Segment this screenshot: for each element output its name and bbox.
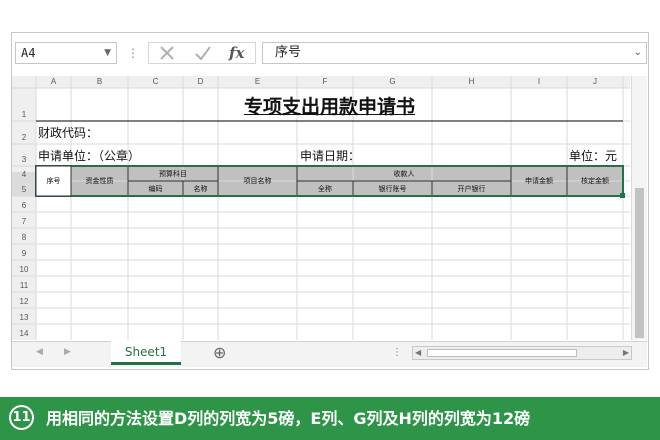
chevron-down-icon[interactable]: ⌄ bbox=[634, 43, 642, 63]
row-header-7[interactable]: 7 bbox=[12, 217, 36, 226]
horizontal-scroll-thumb[interactable] bbox=[427, 349, 577, 357]
enter-icon[interactable] bbox=[193, 43, 213, 68]
spreadsheet-grid[interactable]: A B C D E F G H I J 1 2 3 4 5 6 7 8 9 10… bbox=[12, 76, 630, 340]
unit-label[interactable]: 单位：元 bbox=[569, 147, 617, 164]
finance-code-label[interactable]: 财政代码： bbox=[38, 124, 98, 141]
name-box-value: A4 bbox=[21, 46, 36, 60]
caption-bar: 11 用相同的方法设置D列的列宽为5磅，E列、G列及H列的列宽为12磅 bbox=[0, 397, 660, 440]
row-header-11[interactable]: 11 bbox=[12, 281, 36, 290]
row-header-4[interactable]: 4 bbox=[12, 170, 36, 179]
vertical-scroll-thumb[interactable] bbox=[635, 188, 644, 338]
column-header-f[interactable]: F bbox=[297, 77, 353, 86]
scroll-right-icon[interactable]: ▶ bbox=[64, 347, 71, 357]
row-header-2[interactable]: 2 bbox=[12, 133, 36, 142]
function-icon[interactable]: fx bbox=[229, 43, 244, 63]
column-header-i[interactable]: I bbox=[511, 77, 567, 86]
caption-text: 用相同的方法设置D列的列宽为5磅，E列、G列及H列的列宽为12磅 bbox=[46, 409, 531, 428]
row-header-14[interactable]: 14 bbox=[12, 329, 36, 338]
scroll-left-icon[interactable]: ◀ bbox=[36, 347, 43, 357]
vertical-scrollbar[interactable] bbox=[631, 76, 647, 340]
scroll-right-arrow-icon[interactable]: ▶ bbox=[623, 347, 629, 359]
header-payee[interactable]: 收款人 bbox=[297, 169, 511, 179]
header-full-name[interactable]: 全称 bbox=[297, 184, 353, 194]
header-code[interactable]: 编码 bbox=[128, 184, 183, 194]
column-header-c[interactable]: C bbox=[128, 77, 183, 86]
name-box[interactable]: A4 ▼ bbox=[15, 42, 117, 64]
formula-bar-buttons: fx bbox=[148, 42, 256, 64]
chevron-down-icon[interactable]: ▼ bbox=[104, 43, 111, 63]
column-header-j[interactable]: J bbox=[567, 77, 623, 86]
sheet-title[interactable]: 专项支出用款申请书 bbox=[36, 92, 623, 119]
split-handle-icon[interactable]: ⋮ bbox=[392, 347, 402, 358]
header-approved-amount[interactable]: 核定金额 bbox=[567, 176, 623, 186]
header-apply-amount[interactable]: 申请金额 bbox=[511, 176, 567, 186]
row-header-8[interactable]: 8 bbox=[12, 233, 36, 242]
header-budget-subject[interactable]: 预算科目 bbox=[128, 169, 218, 179]
row-header-3[interactable]: 3 bbox=[12, 155, 36, 164]
formula-input[interactable]: 序号 ⌄ bbox=[262, 42, 647, 64]
header-bank[interactable]: 开户银行 bbox=[432, 184, 511, 194]
column-header-e[interactable]: E bbox=[218, 77, 297, 86]
header-bank-account[interactable]: 银行账号 bbox=[353, 184, 432, 194]
horizontal-scrollbar[interactable]: ◀ ▶ bbox=[412, 346, 632, 360]
scroll-left-arrow-icon[interactable]: ◀ bbox=[415, 347, 421, 359]
add-sheet-icon[interactable]: ⊕ bbox=[213, 343, 226, 362]
cancel-icon[interactable] bbox=[157, 43, 177, 68]
row-header-9[interactable]: 9 bbox=[12, 249, 36, 258]
header-seq[interactable]: 序号 bbox=[36, 176, 71, 186]
header-project-name[interactable]: 项目名称 bbox=[218, 176, 297, 186]
tab-sheet1[interactable]: Sheet1 bbox=[111, 341, 181, 365]
header-name[interactable]: 名称 bbox=[183, 184, 218, 194]
step-number: 11 bbox=[9, 405, 34, 430]
header-fund-nature[interactable]: 资金性质 bbox=[71, 176, 128, 186]
column-header-d[interactable]: D bbox=[183, 77, 218, 86]
apply-date-label[interactable]: 申请日期： bbox=[300, 147, 360, 164]
row-header-13[interactable]: 13 bbox=[12, 313, 36, 322]
formula-bar-separator: ⋮ bbox=[127, 46, 139, 60]
column-header-g[interactable]: G bbox=[353, 77, 432, 86]
row-header-10[interactable]: 10 bbox=[12, 265, 36, 274]
row-header-6[interactable]: 6 bbox=[12, 201, 36, 210]
column-header-h[interactable]: H bbox=[432, 77, 511, 86]
column-header-a[interactable]: A bbox=[36, 77, 71, 86]
row-header-1[interactable]: 1 bbox=[12, 110, 36, 119]
row-header-12[interactable]: 12 bbox=[12, 297, 36, 306]
formula-value: 序号 bbox=[275, 45, 302, 60]
row-header-5[interactable]: 5 bbox=[12, 185, 36, 194]
apply-unit-label[interactable]: 申请单位：（公章） bbox=[38, 147, 140, 164]
column-header-b[interactable]: B bbox=[71, 77, 128, 86]
